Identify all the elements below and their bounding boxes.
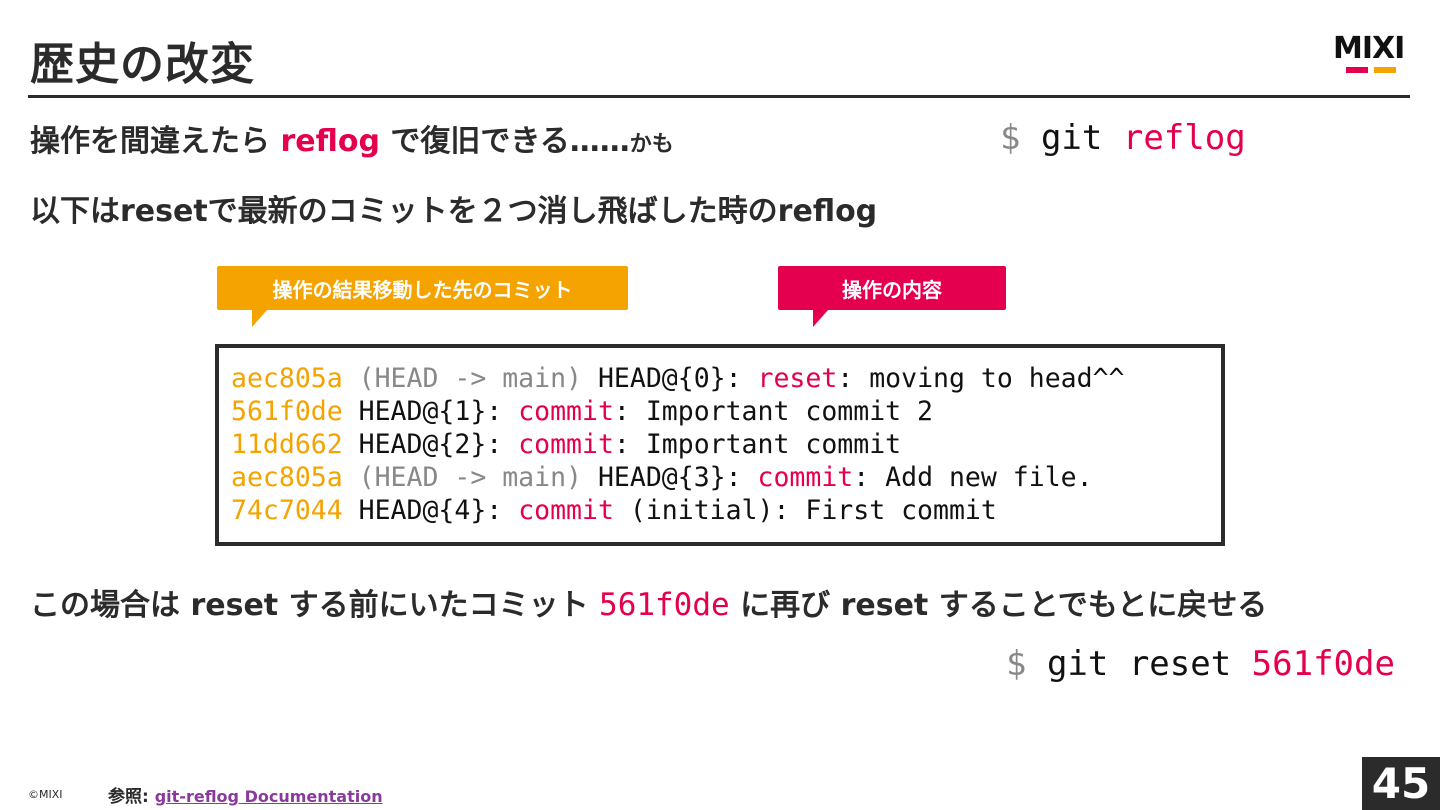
reflog-command: $ git reflog — [1000, 118, 1246, 158]
reflog-line: 11dd662 HEAD@{2}: commit: Important comm… — [231, 428, 1221, 461]
prompt-symbol: $ — [1000, 118, 1021, 158]
intro-line-1-prefix: 操作を間違えたら — [30, 124, 281, 159]
message: : moving to head^^ — [837, 363, 1125, 394]
callout-operation: 操作の内容 — [778, 266, 1006, 310]
message: : Important commit 2 — [613, 396, 934, 427]
conclusion-hash: 561f0de — [599, 587, 730, 623]
reflog-line: 74c7044 HEAD@{4}: commit (initial): Firs… — [231, 494, 1221, 527]
reflog-output-box: aec805a (HEAD -> main) HEAD@{0}: reset: … — [215, 344, 1225, 546]
reflog-line: aec805a (HEAD -> main) HEAD@{3}: commit:… — [231, 461, 1221, 494]
logo-bar-pink — [1346, 67, 1368, 73]
reference-label: 参照: — [108, 787, 155, 807]
page-number: 45 — [1362, 757, 1440, 810]
intro-line-1-small: かも — [629, 132, 674, 157]
conclusion-suffix: に再び reset することでもとに戻せる — [729, 588, 1268, 623]
mixi-logo: MIXI — [1333, 34, 1413, 74]
message: : Important commit — [613, 429, 902, 460]
reference-link[interactable]: git-reflog Documentation — [155, 787, 383, 806]
reflog-line: aec805a (HEAD -> main) HEAD@{0}: reset: … — [231, 362, 1221, 395]
reflog-keyword: reflog — [280, 124, 380, 159]
commit-hash: 561f0de — [231, 396, 343, 427]
head-ref: HEAD@{4}: — [342, 495, 519, 526]
intro-line-2: 以下はresetで最新のコミットを２つ消し飛ばした時のreflog — [30, 194, 878, 229]
intro-line-1: 操作を間違えたら reflog で復旧できる……かも — [30, 116, 674, 160]
action: commit — [518, 396, 614, 427]
ref-label: (HEAD -> main) — [342, 462, 583, 493]
reference: 参照: git-reflog Documentation — [108, 782, 383, 807]
command-argument: reflog — [1122, 118, 1246, 158]
copyright: ©MIXI — [28, 788, 63, 801]
action: reset — [757, 363, 838, 394]
conclusion-line: この場合は reset する前にいたコミット 561f0de に再び reset… — [30, 580, 1267, 624]
head-ref: HEAD@{3}: — [582, 462, 758, 493]
command-text: git reset — [1026, 644, 1252, 684]
title-divider — [28, 95, 1410, 98]
commit-hash: aec805a — [231, 462, 343, 493]
commit-hash: 74c7044 — [231, 495, 343, 526]
head-ref: HEAD@{2}: — [342, 429, 519, 460]
logo-bar-orange — [1374, 67, 1396, 73]
action: commit — [518, 429, 614, 460]
head-ref: HEAD@{0}: — [582, 363, 758, 394]
command-argument: 561f0de — [1251, 644, 1395, 684]
callout-destination-commit: 操作の結果移動した先のコミット — [217, 266, 628, 310]
commit-hash: 11dd662 — [231, 429, 343, 460]
ref-label: (HEAD -> main) — [342, 363, 583, 394]
reflog-line: 561f0de HEAD@{1}: commit: Important comm… — [231, 395, 1221, 428]
action: commit — [757, 462, 854, 493]
prompt-symbol: $ — [1006, 644, 1027, 684]
slide-title: 歴史の改変 — [30, 39, 255, 90]
logo-text: MIXI — [1333, 31, 1405, 66]
command-text: git — [1020, 118, 1123, 158]
reset-command: $ git reset 561f0de — [1006, 644, 1395, 684]
conclusion-prefix: この場合は reset する前にいたコミット — [30, 588, 600, 623]
callout-tail-pink — [813, 309, 829, 327]
message: : Add new file. — [853, 462, 1093, 493]
head-ref: HEAD@{1}: — [342, 396, 519, 427]
intro-line-1-suffix: で復旧できる…… — [379, 124, 630, 159]
commit-hash: aec805a — [231, 363, 343, 394]
callout-tail-orange — [252, 309, 268, 327]
action: commit — [518, 495, 614, 526]
message: (initial): First commit — [613, 495, 997, 526]
